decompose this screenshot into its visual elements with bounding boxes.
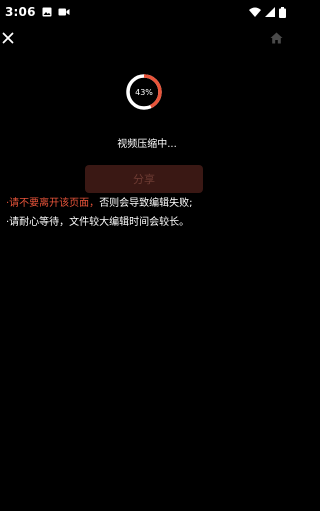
status-right: [249, 6, 286, 18]
compress-status-text: 视频压缩中...: [117, 139, 177, 150]
note-warning-red: ·请不要离开该页面，: [6, 198, 100, 209]
image-icon: [42, 7, 52, 17]
status-bar: 3:06: [0, 0, 294, 24]
home-button[interactable]: [268, 30, 284, 46]
close-icon: [2, 32, 14, 44]
screen: 3:06 43% 视频压缩中... 分享 ·请不要离开该页面，否则会导致编辑失败…: [0, 0, 294, 511]
close-button[interactable]: [0, 29, 16, 47]
progress-percent: 43%: [135, 87, 153, 97]
share-button[interactable]: 分享: [85, 165, 203, 193]
status-time: 3:06: [5, 5, 36, 19]
home-icon: [270, 32, 283, 44]
progress-ring: 43%: [125, 73, 163, 111]
signal-icon: [265, 7, 275, 17]
battery-icon: [279, 6, 286, 18]
note-line-2: ·请耐心等待，文件较大编辑时间会较长。: [6, 217, 190, 228]
video-camera-icon: [58, 7, 70, 17]
status-left: 3:06: [5, 5, 70, 19]
wifi-icon: [249, 7, 261, 17]
note-line-1: ·请不要离开该页面，否则会导致编辑失败;: [6, 197, 193, 211]
note-warning-white: 否则会导致编辑失败;: [99, 198, 193, 209]
